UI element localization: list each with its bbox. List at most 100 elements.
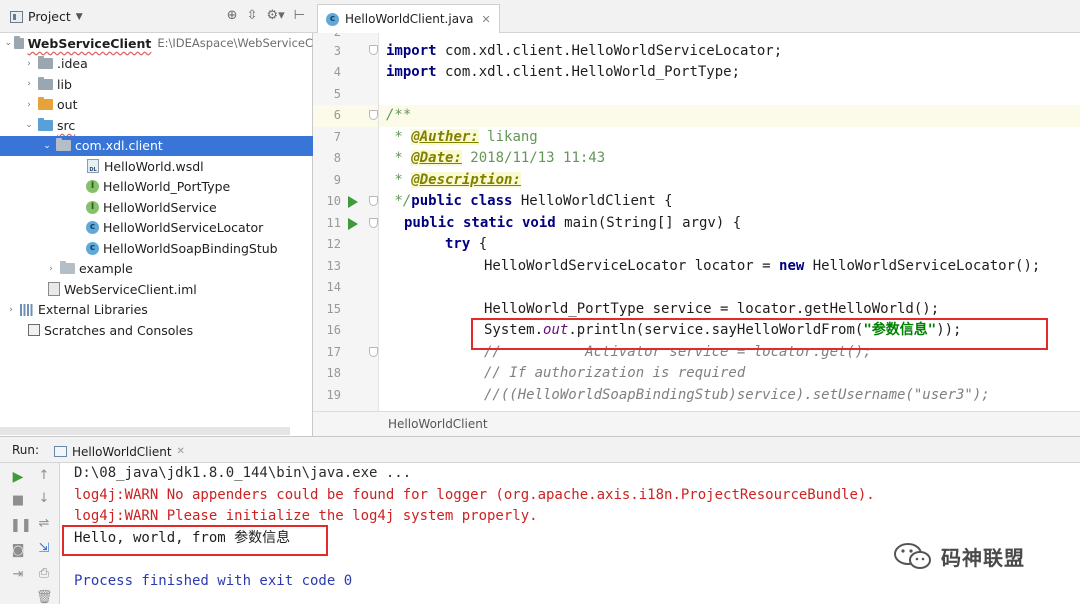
horizontal-scrollbar[interactable]: [0, 427, 290, 435]
line-number: 7: [333, 129, 341, 144]
pause-icon[interactable]: ❚❚: [10, 518, 32, 534]
tree-item-external-libraries[interactable]: › External Libraries: [0, 300, 313, 320]
run-toolbar: ▶ ↑ ■ ↓ ❚❚ ⇌ ◙ ⇲ ⇥ ⎙ 🗑: [0, 463, 60, 604]
folder-icon: [38, 56, 53, 69]
line-number: 17: [326, 344, 341, 359]
tree-item-idea[interactable]: › .idea: [0, 54, 313, 74]
tree-item-label: HelloWorldSoapBindingStub: [103, 240, 278, 256]
tree-item-helloworldservicelocator[interactable]: c HelloWorldServiceLocator: [0, 218, 313, 238]
trash-icon[interactable]: 🗑: [36, 590, 53, 604]
fold-icon[interactable]: [369, 196, 378, 206]
tree-item-label: Scratches and Consoles: [44, 322, 194, 338]
collapsed-arrow-icon[interactable]: ›: [22, 79, 36, 89]
tree-item-label: WebServiceClient.iml: [64, 281, 197, 297]
class-icon: c: [86, 221, 99, 234]
tree-item-label: HelloWorld_PortType: [103, 179, 231, 194]
arrow-up-icon[interactable]: ↑: [36, 468, 52, 484]
collapsed-arrow-icon[interactable]: ›: [22, 100, 36, 110]
editor-tabs: c HelloWorldClient.java ✕: [313, 0, 1080, 33]
tree-item-lib[interactable]: › lib: [0, 74, 313, 94]
tree-item-label: example: [79, 261, 133, 276]
module-path: E:\IDEAspace\WebServiceC: [157, 36, 313, 50]
code-line-4: import com.xdl.client.HelloWorld_PortTyp…: [386, 64, 741, 80]
editor-tab-helloworldclient[interactable]: c HelloWorldClient.java ✕: [317, 4, 500, 33]
fold-icon[interactable]: [369, 347, 378, 357]
tree-item-src[interactable]: ⌄ src: [0, 115, 313, 135]
chevron-down-icon: ▼: [75, 11, 83, 22]
fold-icon[interactable]: [369, 217, 378, 228]
tree-item-webserviceclient[interactable]: ⌄ WebServiceClient E:\IDEAspace\WebServi…: [0, 33, 313, 53]
wechat-icon: [894, 543, 931, 569]
collapsed-arrow-icon[interactable]: ›: [22, 59, 36, 69]
tree-item-iml[interactable]: WebServiceClient.iml: [0, 279, 313, 299]
highlight-box-println: [471, 318, 1048, 350]
line-number: 16: [326, 323, 341, 337]
tree-item-helloworld-wsdl[interactable]: DL HelloWorld.wsdl: [0, 156, 313, 176]
tree-item-label: External Libraries: [38, 302, 148, 317]
camera-icon[interactable]: ◙: [10, 543, 26, 559]
run-panel-header: Run: HelloWorldClient ✕: [0, 436, 1080, 463]
tree-item-label: src: [57, 117, 76, 133]
watermark: 码神联盟: [893, 540, 1025, 572]
expand-arrow-icon[interactable]: ⌄: [22, 120, 36, 130]
collapsed-arrow-icon[interactable]: ›: [44, 264, 58, 274]
fold-icon[interactable]: [369, 45, 378, 55]
line-number: 5: [333, 86, 341, 101]
project-panel: Project ▼ ⊕ ⇳ ⚙▾ ⊢ ⌄ WebServiceClient E:…: [0, 0, 313, 436]
source-folder-icon: [38, 117, 53, 131]
tree-item-out[interactable]: › out: [0, 95, 313, 115]
close-icon[interactable]: ✕: [177, 446, 185, 457]
gear-icon[interactable]: ⚙▾: [266, 8, 284, 23]
module-file-icon: [48, 282, 60, 296]
tree-item-label: .idea: [57, 56, 88, 71]
code-editor: c HelloWorldClient.java ✕ 2 3 4 5 6 7 8 …: [313, 0, 1080, 436]
console-output[interactable]: D:\08_java\jdk1.8.0_144\bin\java.exe ...…: [60, 463, 1080, 604]
stop-icon[interactable]: ■: [10, 493, 26, 509]
run-tab-helloworldclient[interactable]: HelloWorldClient ✕: [46, 439, 193, 464]
output-folder-icon: [38, 97, 53, 110]
arrow-down-icon[interactable]: ↓: [36, 491, 52, 507]
code-area[interactable]: import com.xdl.client.HelloWorldServiceL…: [379, 33, 1080, 411]
run-tab-label: HelloWorldClient: [72, 444, 172, 459]
interface-icon: I: [86, 180, 99, 193]
rerun-icon[interactable]: ▶: [10, 469, 26, 485]
code-line-15: HelloWorld_PortType service = locator.ge…: [484, 300, 940, 317]
run-class-icon[interactable]: [348, 196, 358, 208]
line-number: 15: [326, 301, 341, 316]
breadcrumb-item[interactable]: HelloWorldClient: [388, 417, 488, 431]
collapsed-arrow-icon[interactable]: ›: [4, 305, 18, 315]
tree-item-com-xdl-client[interactable]: ⌄ com.xdl.client: [0, 135, 313, 156]
console-line: Process finished with exit code 0: [74, 572, 353, 589]
locate-icon[interactable]: ⊕: [227, 8, 238, 23]
collapse-all-icon[interactable]: ⇳: [247, 8, 258, 23]
code-line-8: * @Date: 2018/11/13 11:43: [386, 150, 606, 166]
soft-wrap-icon[interactable]: ⇌: [36, 516, 52, 532]
tree-item-scratches[interactable]: Scratches and Consoles: [0, 320, 313, 340]
wsdl-file-icon: DL: [87, 159, 99, 173]
project-view-selector[interactable]: Project ▼: [10, 9, 83, 24]
tree-item-helloworld-porttype[interactable]: I HelloWorld_PortType: [0, 177, 313, 197]
restore-layout-icon[interactable]: ⇥: [10, 567, 26, 583]
close-icon[interactable]: ✕: [482, 13, 491, 26]
watermark-text: 码神联盟: [941, 545, 1025, 570]
line-number: 4: [333, 65, 341, 79]
fold-icon[interactable]: [369, 110, 378, 120]
tree-item-example[interactable]: › example: [0, 259, 313, 279]
scroll-to-end-icon[interactable]: ⇲: [36, 541, 52, 557]
tree-item-helloworldsoapbindingstub[interactable]: c HelloWorldSoapBindingStub: [0, 238, 313, 258]
line-number: 10: [326, 194, 341, 208]
code-line-7: * @Auther: likang: [386, 128, 538, 145]
code-line-13: HelloWorldServiceLocator locator = new H…: [484, 257, 1041, 274]
project-panel-title: Project: [28, 9, 71, 24]
tree-item-label: com.xdl.client: [75, 138, 163, 153]
run-main-icon[interactable]: [348, 217, 358, 230]
package-icon: [60, 261, 75, 274]
current-line-highlight: [379, 105, 1080, 127]
expand-arrow-icon[interactable]: ⌄: [40, 141, 54, 151]
line-number: 19: [326, 387, 341, 402]
tree-item-helloworldservice[interactable]: I HelloWorldService: [0, 197, 313, 217]
hide-panel-icon[interactable]: ⊢: [294, 8, 305, 23]
print-icon[interactable]: ⎙: [36, 566, 52, 582]
expand-arrow-icon[interactable]: ⌄: [4, 38, 12, 48]
line-number: 13: [326, 258, 341, 273]
